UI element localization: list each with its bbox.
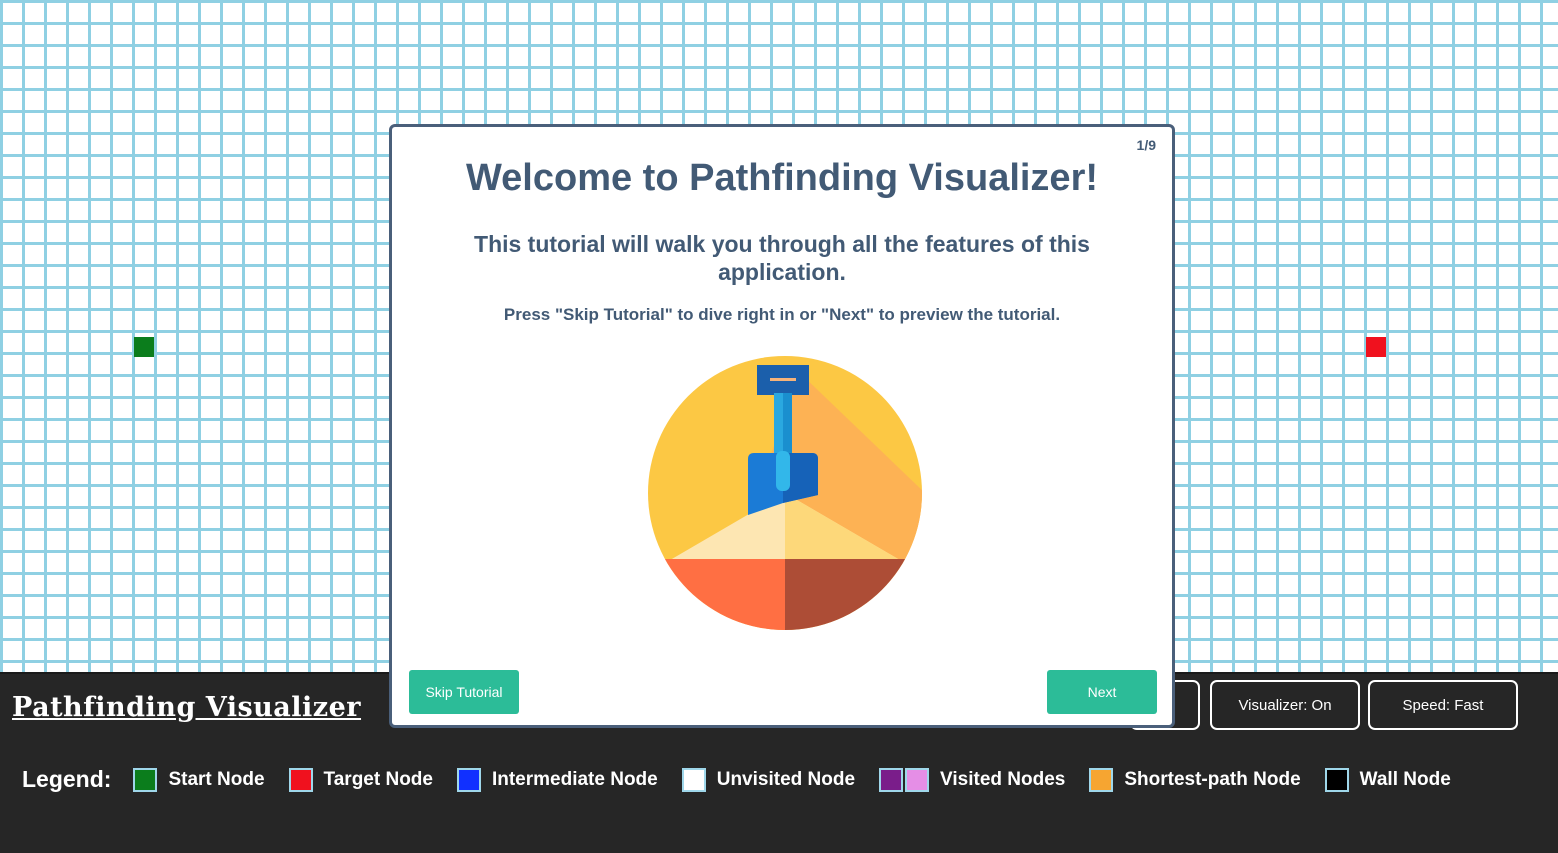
legend-label: Target Node <box>323 768 433 790</box>
wall-node-swatch <box>1324 767 1349 792</box>
target-node[interactable] <box>1366 337 1386 357</box>
legend-item-wall: Wall Node <box>1324 767 1451 792</box>
next-button[interactable]: Next <box>1047 670 1157 714</box>
app-title[interactable]: Pathfinding Visualizer <box>12 692 361 723</box>
legend-label: Shortest-path Node <box>1124 768 1301 790</box>
legend-label: Intermediate Node <box>491 768 658 790</box>
tutorial-heading: Welcome to Pathfinding Visualizer! <box>465 157 1099 199</box>
tutorial-note: Press "Skip Tutorial" to dive right in o… <box>503 305 1061 324</box>
start-node[interactable] <box>134 337 154 357</box>
legend-item-unvisited: Unvisited Node <box>681 767 856 792</box>
legend-title: Legend: <box>22 766 112 792</box>
intermediate-node-swatch <box>456 767 481 792</box>
shovel-in-sand-icon <box>648 356 922 630</box>
legend-item-target: Target Node <box>288 767 433 792</box>
legend-label: Visited Nodes <box>940 768 1066 790</box>
tutorial-subheading: This tutorial will walk you through all … <box>474 231 1090 285</box>
legend-label: Start Node <box>168 768 265 790</box>
speed-button[interactable]: Speed: Fast <box>1368 680 1518 730</box>
visited-node-swatch-dark <box>879 767 904 792</box>
legend-item-start: Start Node <box>133 767 265 792</box>
visualizer-toggle-button[interactable]: Visualizer: On <box>1210 680 1360 730</box>
unvisited-node-swatch <box>681 767 706 792</box>
visited-node-swatch-light <box>905 767 930 792</box>
legend-item-visited: Visited Nodes <box>879 767 1066 792</box>
legend: Legend: Start Node Target Node Intermedi… <box>22 766 1475 793</box>
legend-label: Unvisited Node <box>716 768 856 790</box>
legend-item-shortest-path: Shortest-path Node <box>1089 767 1301 792</box>
skip-tutorial-button[interactable]: Skip Tutorial <box>409 670 519 714</box>
tutorial-modal: 1/9 Welcome to Pathfinding Visualizer! T… <box>389 124 1175 728</box>
page-indicator: 1/9 <box>1136 137 1156 153</box>
legend-label: Wall Node <box>1359 768 1451 790</box>
shortest-path-node-swatch <box>1089 767 1114 792</box>
legend-item-intermediate: Intermediate Node <box>456 767 658 792</box>
start-node-swatch <box>133 767 158 792</box>
target-node-swatch <box>288 767 313 792</box>
